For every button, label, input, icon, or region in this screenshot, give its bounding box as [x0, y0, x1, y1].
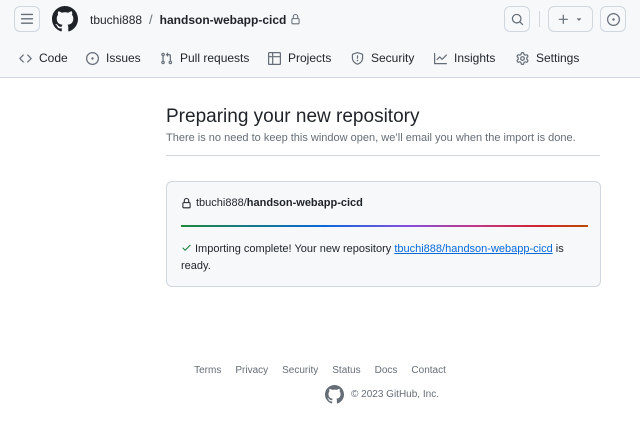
tab-projects-label: Projects — [288, 51, 332, 65]
import-status-prefix: Importing complete! Your new repository — [195, 243, 395, 255]
tab-code[interactable]: Code — [19, 40, 68, 76]
footer-link-privacy[interactable]: Privacy — [235, 365, 268, 376]
page-title: Preparing your new repository — [166, 106, 420, 127]
footer-link-terms[interactable]: Terms — [194, 365, 221, 376]
import-progress-box: tbuchi888/handson-webapp-cicd Importing … — [166, 181, 601, 287]
gear-icon — [516, 51, 529, 65]
graph-icon — [434, 52, 447, 64]
issue-opened-icon — [86, 51, 99, 65]
footer-link-security[interactable]: Security — [282, 365, 318, 376]
lock-icon — [182, 197, 191, 208]
import-repo-name: tbuchi888/handson-webapp-cicd — [181, 197, 363, 209]
title-divider — [166, 155, 600, 156]
repo-nav-tabs: Code Issues Pull requests Projects Secur… — [0, 40, 640, 78]
tab-settings-label: Settings — [536, 51, 580, 65]
code-icon — [19, 53, 32, 63]
github-logo-icon[interactable] — [51, 6, 78, 32]
page-subtitle: There is no need to keep this window ope… — [166, 132, 576, 144]
issue-opened-icon — [606, 12, 620, 26]
footer-link-docs[interactable]: Docs — [375, 365, 398, 376]
tab-issues-label: Issues — [106, 51, 141, 65]
breadcrumb: tbuchi888 / handson-webapp-cicd — [90, 12, 301, 27]
header-divider — [539, 11, 540, 27]
hamburger-icon — [20, 13, 34, 24]
breadcrumb-separator: / — [149, 12, 153, 27]
import-repo-title: handson-webapp-cicd — [246, 197, 363, 209]
table-icon — [268, 51, 281, 65]
plus-icon — [558, 14, 568, 24]
search-button[interactable] — [504, 6, 530, 32]
create-new-button[interactable] — [548, 6, 593, 32]
check-icon — [182, 244, 191, 251]
shield-icon — [351, 51, 364, 65]
footer-copyright: © 2023 GitHub, Inc. — [325, 385, 439, 404]
tab-issues[interactable]: Issues — [86, 40, 141, 76]
tab-code-label: Code — [39, 51, 68, 65]
tab-settings[interactable]: Settings — [516, 40, 579, 76]
import-status-section: Preparing your new repository There is n… — [166, 106, 600, 144]
global-menu-button[interactable] — [14, 6, 40, 32]
your-issues-button[interactable] — [600, 6, 626, 32]
copyright-text: © 2023 GitHub, Inc. — [351, 389, 439, 400]
tab-pull-requests[interactable]: Pull requests — [160, 40, 249, 76]
app-header: tbuchi888 / handson-webapp-cicd Code Iss… — [0, 0, 640, 78]
new-repo-link[interactable]: tbuchi888/handson-webapp-cicd — [394, 243, 552, 255]
footer-link-contact[interactable]: Contact — [411, 365, 445, 376]
git-pull-request-icon — [161, 51, 173, 64]
triangle-down-icon — [576, 18, 582, 21]
search-icon — [511, 13, 523, 25]
import-progress-bar — [181, 225, 588, 227]
top-bar: tbuchi888 / handson-webapp-cicd — [0, 0, 640, 40]
tab-pull-requests-label: Pull requests — [180, 51, 250, 65]
tab-projects[interactable]: Projects — [268, 40, 331, 76]
import-status-message: Importing complete! Your new repository … — [181, 241, 591, 275]
tab-security[interactable]: Security — [351, 40, 414, 76]
github-logo-icon[interactable] — [325, 385, 344, 404]
footer-links: Terms Privacy Security Status Docs Conta… — [0, 365, 640, 376]
import-repo-owner: tbuchi888/ — [196, 197, 247, 209]
lock-icon — [290, 14, 301, 25]
tab-insights-label: Insights — [454, 51, 496, 65]
breadcrumb-owner-link[interactable]: tbuchi888 — [90, 13, 142, 27]
tab-security-label: Security — [371, 51, 415, 65]
footer-link-status[interactable]: Status — [332, 365, 360, 376]
tab-insights[interactable]: Insights — [434, 40, 495, 76]
breadcrumb-repo-link[interactable]: handson-webapp-cicd — [160, 13, 287, 27]
